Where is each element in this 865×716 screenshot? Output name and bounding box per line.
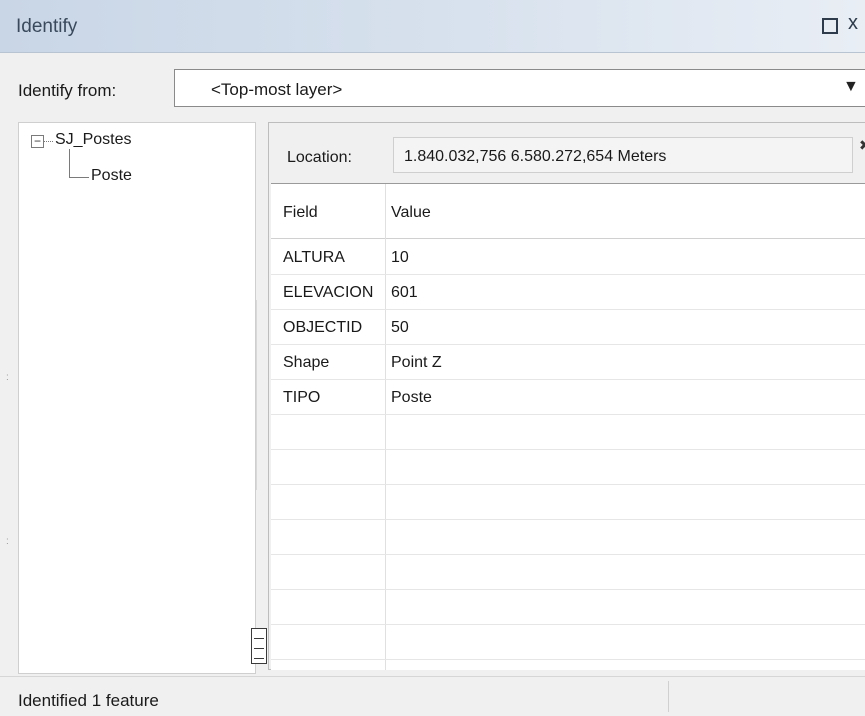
pin-icon[interactable]: ✖ [859,137,865,154]
cell-field: Shape [283,354,330,371]
cell-field: TIPO [283,389,321,406]
status-text: Identified 1 feature [18,691,159,710]
status-divider [668,681,669,712]
table-row[interactable]: OBJECTID 50 [271,309,865,345]
table-row[interactable]: ALTURA 10 [271,239,865,275]
close-button[interactable]: x [848,12,858,35]
cell-value: 601 [391,284,418,301]
table-row-empty [271,484,865,520]
identify-from-value: <Top-most layer> [211,80,343,99]
cell-field: ELEVACION [283,284,374,301]
table-row-empty [271,624,865,660]
cell-value: 10 [391,249,409,266]
column-header-field[interactable]: Field [283,204,318,222]
tree-connector [43,141,53,142]
pane-splitter[interactable] [256,300,263,490]
table-row[interactable]: ELEVACION 601 [271,274,865,310]
restore-icon[interactable] [822,18,838,34]
table-row-empty [271,554,865,590]
tree-item-layer[interactable]: SJ_Postes [55,131,131,149]
tree-item-feature[interactable]: Poste [91,167,132,185]
table-row-empty [271,414,865,450]
table-row-empty [271,449,865,485]
cell-value: Point Z [391,354,442,371]
window-title: Identify [16,16,78,37]
resize-grip[interactable]: : [6,536,9,547]
table-row[interactable]: Shape Point Z [271,344,865,380]
results-tree[interactable]: − SJ_Postes Poste [18,122,256,674]
title-bar[interactable]: Identify x [0,0,865,53]
identify-from-dropdown[interactable]: <Top-most layer> ▼ [174,69,865,107]
cell-field: OBJECTID [283,319,363,336]
attributes-table: Field Value ALTURA 10 ELEVACION 601 OBJE… [271,183,865,670]
identify-from-label: Identify from: [18,81,117,100]
location-label: Location: [287,149,352,166]
column-header-value[interactable]: Value [391,204,431,222]
table-row-empty [271,519,865,555]
cell-value: 50 [391,319,409,336]
cell-field: ALTURA [283,249,345,266]
cell-value: Poste [391,389,432,406]
pane-toggle-icon[interactable] [251,628,267,664]
table-header: Field Value [271,184,865,239]
table-row[interactable]: TIPO Poste [271,379,865,415]
details-pane: Location: 1.840.032,756 6.580.272,654 Me… [268,122,865,670]
table-row-empty [271,589,865,625]
location-field[interactable]: 1.840.032,756 6.580.272,654 Meters [393,137,853,173]
resize-grip[interactable]: : [6,372,9,383]
tree-connector [69,149,70,177]
dropdown-arrow-icon[interactable]: ▼ [843,78,859,96]
tree-connector [69,177,89,178]
status-bar: Identified 1 feature [0,676,865,716]
